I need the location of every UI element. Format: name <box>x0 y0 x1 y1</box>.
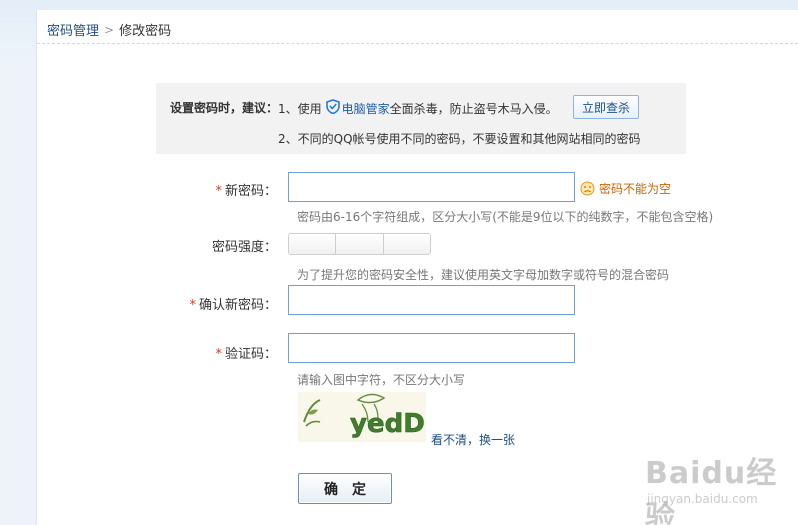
watermark-logo: Baidu经验 jingyan.baidu.com <box>645 448 798 525</box>
sad-face-icon <box>580 181 595 196</box>
captcha-label-text: 验证码： <box>224 347 277 362</box>
confirm-password-field[interactable] <box>288 285 575 315</box>
tip-line-1: 1、使用 电脑管家 全面杀毒，防止盗号木马入侵。 <box>278 99 558 117</box>
tip-line-1-prefix: 1、使用 <box>278 101 322 116</box>
new-password-hint: 密码由6-16个字符组成，区分大小写(不能是9位以下的纯数字，不能包含空格) <box>297 210 714 224</box>
captcha-text: yedD <box>350 409 425 439</box>
confirm-password-label: * 确认新密码： <box>127 294 277 313</box>
brand-link[interactable]: 电脑管家 <box>342 100 390 117</box>
strength-label: 密码强度： <box>211 240 277 255</box>
tip-line-2: 2、不同的QQ帐号使用不同的密码，不要设置和其他网站相同的密码 <box>278 132 641 146</box>
breadcrumb-parent-link[interactable]: 密码管理 <box>47 20 99 39</box>
confirm-password-label-text: 确认新密码： <box>198 298 277 313</box>
strength-segment-strong <box>383 234 430 254</box>
scan-now-button[interactable]: 立即查杀 <box>573 95 639 119</box>
strength-segment-medium <box>336 234 384 254</box>
required-mark: * <box>215 347 222 362</box>
password-strength-meter <box>288 233 431 255</box>
strength-segment-weak <box>289 234 337 254</box>
captcha-label: * 验证码： <box>127 343 277 362</box>
required-mark: * <box>215 184 222 199</box>
divider <box>37 43 798 44</box>
tip-title: 设置密码时，建议： <box>170 101 279 115</box>
watermark-url: jingyan.baidu.com <box>647 492 758 506</box>
strength-hint: 为了提升您的密码安全性，建议使用英文字母加数字或符号的混合密码 <box>297 268 670 282</box>
captcha-field[interactable] <box>288 333 575 363</box>
captcha-refresh-link[interactable]: 看不清，换一张 <box>431 431 515 448</box>
required-mark: * <box>189 298 196 313</box>
new-password-label-text: 新密码： <box>224 184 277 199</box>
watermark-logo-text: Baidu经验 <box>645 456 778 525</box>
shield-icon <box>325 99 340 117</box>
breadcrumb: 密码管理 > 修改密码 <box>47 20 172 40</box>
chevron-right-icon: > <box>104 22 115 37</box>
new-password-field[interactable] <box>288 172 575 202</box>
captcha-image[interactable]: yedD <box>298 392 426 442</box>
new-password-error: 密码不能为空 <box>580 180 671 197</box>
content-panel: 密码管理 > 修改密码 设置密码时，建议： 1、使用 电脑管家 全面杀毒，防止盗… <box>36 10 798 525</box>
tip-line-1-suffix: 全面杀毒，防止盗号木马入侵。 <box>389 101 558 116</box>
captcha-hint: 请输入图中字符，不区分大小写 <box>297 373 466 387</box>
breadcrumb-current: 修改密码 <box>119 24 172 39</box>
tip-box: 设置密码时，建议： 1、使用 电脑管家 全面杀毒，防止盗号木马入侵。 立即查杀 … <box>156 83 686 154</box>
new-password-label: * 新密码： <box>127 180 277 199</box>
new-password-error-text: 密码不能为空 <box>599 182 672 196</box>
submit-button[interactable]: 确定 <box>298 473 392 504</box>
